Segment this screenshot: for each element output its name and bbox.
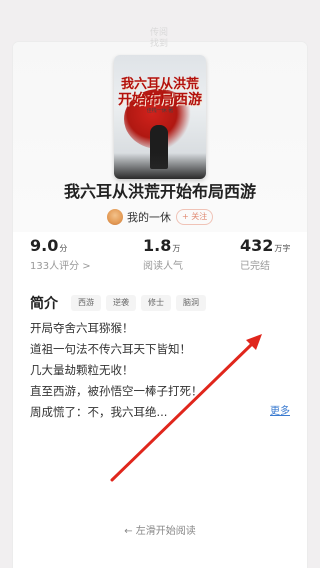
- follow-button[interactable]: + 关注: [176, 209, 214, 225]
- author-row: 我的一休 + 关注: [107, 208, 214, 226]
- popularity-unit: 万: [172, 244, 181, 253]
- watermark: 传阅 找到: [149, 28, 168, 49]
- tag-chip[interactable]: 修士: [141, 295, 171, 311]
- stats-row: 9.0分 133人评分 > 1.8万 阅读人气 432万字 已完结: [0, 236, 320, 280]
- tag-chip[interactable]: 逆袭: [106, 295, 136, 311]
- avatar[interactable]: [107, 209, 123, 225]
- author-name[interactable]: 我的一休: [127, 209, 171, 225]
- description-line: 几大量劫颗粒无收！: [30, 363, 134, 377]
- popularity-label: 阅读人气: [143, 261, 183, 272]
- description-line: 直至西游，被孙悟空一棒子打死！: [30, 384, 203, 398]
- description-line: 开局夺舍六耳猕猴！: [30, 321, 134, 335]
- wordcount-value: 432: [240, 236, 274, 255]
- stat-rating[interactable]: 9.0分 133人评分 >: [30, 236, 91, 272]
- popularity-value: 1.8: [143, 236, 172, 255]
- tag-chip[interactable]: 脑洞: [176, 295, 206, 311]
- status-label: 已完结: [240, 261, 270, 272]
- wordcount-unit: 万字: [274, 244, 291, 253]
- stat-popularity: 1.8万 阅读人气: [143, 236, 183, 272]
- rating-count-link[interactable]: 133人评分 >: [30, 257, 91, 272]
- tag-chip[interactable]: 西游: [71, 295, 101, 311]
- description-line: 周成慌了：不，我六耳绝...: [30, 405, 168, 419]
- intro-header: 简介 西游 逆袭 修士 脑洞: [30, 293, 206, 313]
- cover-author: 佳栈一休 著: [146, 108, 174, 114]
- cover-title-line2: 开始布局西游: [118, 92, 202, 108]
- intro-description: 开局夺舍六耳猕猴！ 道祖一句法不传六耳天下皆知！ 几大量劫颗粒无收！ 直至西游，…: [30, 318, 290, 423]
- book-cover[interactable]: 我六耳从洪荒 开始布局西游 佳栈一休 著: [114, 55, 206, 179]
- book-title: 我六耳从洪荒开始布局西游: [63, 182, 256, 201]
- intro-title: 简介: [30, 296, 58, 312]
- description-line: 道祖一句法不传六耳天下皆知！: [30, 342, 191, 356]
- more-link[interactable]: 更多: [270, 402, 290, 417]
- swipe-to-read-hint[interactable]: ← 左滑开始阅读: [0, 522, 320, 537]
- rating-unit: 分: [59, 244, 68, 253]
- cover-ground: [114, 153, 206, 179]
- stat-wordcount: 432万字 已完结: [240, 236, 290, 272]
- rating-value: 9.0: [30, 236, 59, 255]
